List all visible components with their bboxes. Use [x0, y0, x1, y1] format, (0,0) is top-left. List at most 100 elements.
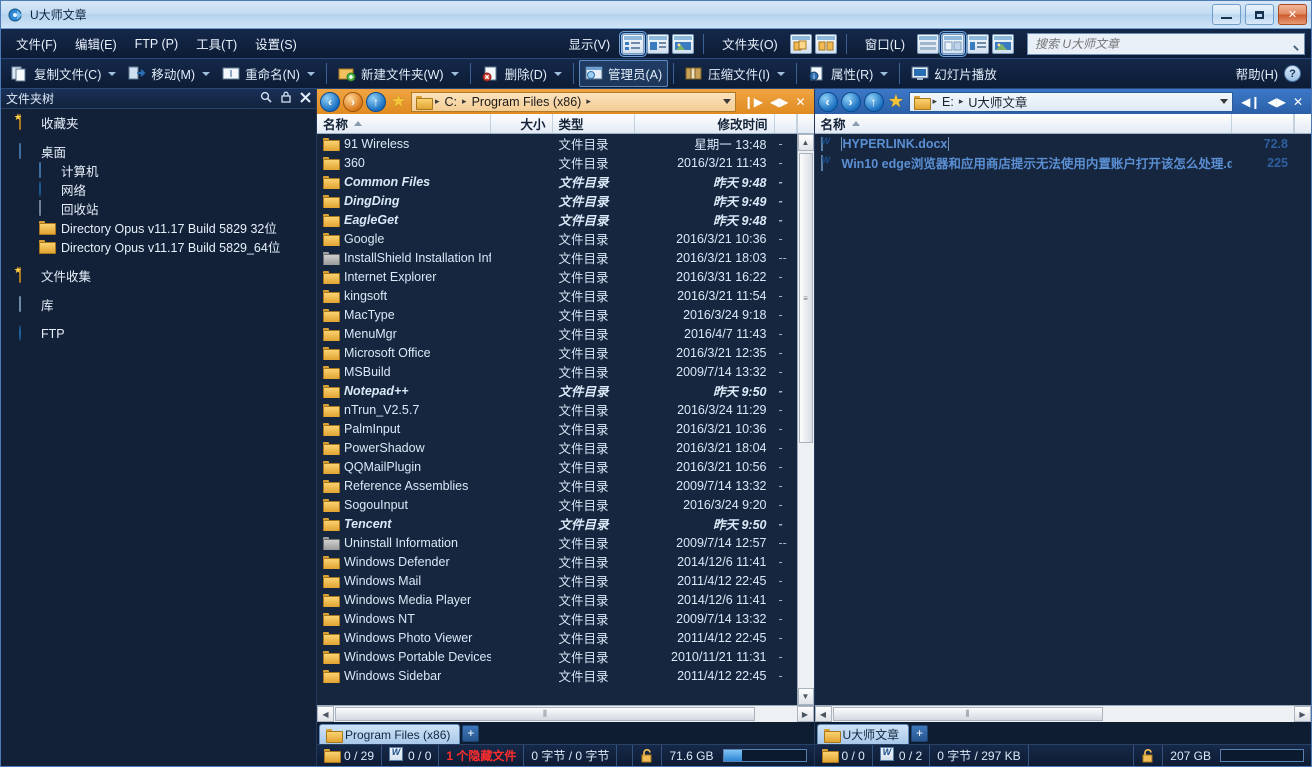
chevron-down-icon[interactable] [722, 99, 731, 104]
cell-name[interactable]: EagleGet [317, 213, 491, 227]
menu-edit[interactable]: 编辑(E) [66, 30, 126, 57]
table-row[interactable]: Windows Media Player 文件目录 2014/12/6 11:41- [317, 590, 797, 609]
column-header-size[interactable] [1232, 114, 1294, 133]
left-vertical-scrollbar[interactable]: ▲ ≡ ▼ [796, 134, 814, 705]
close-icon[interactable]: ✕ [1293, 95, 1303, 109]
details-view-icon[interactable] [621, 32, 646, 55]
table-row[interactable]: PalmInput 文件目录 2016/3/21 10:36- [317, 419, 797, 438]
right-folder-tab[interactable]: U大师文章 [816, 724, 910, 744]
back-icon[interactable]: ‹ [320, 91, 340, 112]
split-icon[interactable]: ◀❙ [1241, 95, 1260, 109]
table-row[interactable]: PowerShadow 文件目录 2016/3/21 18:04- [317, 438, 797, 457]
tree-node-library[interactable]: 库 [1, 295, 316, 314]
new-folder-button[interactable]: 新建文件夹(W) [332, 60, 465, 87]
cell-name[interactable]: kingsoft [317, 289, 491, 303]
single-pane-icon[interactable] [917, 33, 939, 54]
table-row[interactable]: MacType 文件目录 2016/3/24 9:18- [317, 305, 797, 324]
tree-node-network[interactable]: 网络 [1, 180, 316, 199]
cell-name[interactable]: Windows NT [317, 612, 491, 626]
cell-name[interactable]: InstallShield Installation Information [317, 251, 491, 265]
close-icon[interactable] [300, 91, 311, 106]
table-row[interactable]: Notepad++ 文件目录 昨天 9:50- [317, 381, 797, 400]
left-horizontal-scrollbar[interactable]: ◀ ⫼ ▶ [317, 705, 814, 722]
scroll-thumb[interactable]: ⫼ [832, 707, 1103, 721]
cell-name[interactable]: SogouInput [317, 498, 491, 512]
left-folder-tab[interactable]: Program Files (x86) [319, 724, 461, 744]
cell-name[interactable]: DingDing [317, 194, 491, 208]
add-tab-button[interactable]: + [462, 724, 480, 742]
search-icon[interactable] [1286, 37, 1300, 51]
table-row[interactable]: Google 文件目录 2016/3/21 10:36- [317, 229, 797, 248]
table-row[interactable]: Microsoft Office 文件目录 2016/3/21 12:35- [317, 343, 797, 362]
table-row[interactable]: MSBuild 文件目录 2009/7/14 13:32- [317, 362, 797, 381]
slideshow-button[interactable]: 幻灯片播放 [905, 60, 1003, 87]
table-row[interactable]: DingDing 文件目录 昨天 9:49- [317, 191, 797, 210]
cell-name[interactable]: Windows Defender [317, 555, 491, 569]
scroll-left-button[interactable]: ◀ [814, 706, 832, 722]
forward-icon[interactable]: › [840, 91, 861, 112]
tree-node-recycle-bin[interactable]: 回收站 [1, 199, 316, 218]
back-icon[interactable]: ‹ [817, 91, 838, 112]
column-header-name[interactable]: 名称 [815, 114, 1232, 133]
tree-node-computer[interactable]: 计算机 [1, 161, 316, 180]
cell-name[interactable]: MenuMgr [317, 327, 491, 341]
search-icon[interactable] [260, 91, 272, 106]
properties-button[interactable]: i 属性(R) [802, 60, 894, 87]
table-row[interactable]: InstallShield Installation Information 文件… [317, 248, 797, 267]
menu-folder[interactable]: 文件夹(O) [713, 30, 787, 57]
right-file-list[interactable]: HYPERLINK.docx 72.8 Win10 edge浏览器和应用商店提示无法… [815, 134, 1295, 705]
table-row[interactable]: Windows Sidebar 文件目录 2011/4/12 22:45- [317, 666, 797, 685]
add-tab-button[interactable]: + [911, 724, 929, 742]
scroll-left-button[interactable]: ◀ [317, 706, 334, 722]
dual-vertical-icon[interactable] [941, 32, 965, 55]
chevron-down-icon[interactable] [202, 71, 211, 76]
tree-node-dopus32[interactable]: Directory Opus v11.17 Build 5829 32位 [1, 218, 316, 237]
table-row[interactable]: MenuMgr 文件目录 2016/4/7 11:43- [317, 324, 797, 343]
scroll-thumb[interactable]: ⫼ [335, 707, 755, 721]
right-path-field[interactable]: ▸ E: ▸ U大师文章 [908, 91, 1234, 112]
tree-node-file-collection[interactable]: 文件收集 [1, 266, 316, 285]
table-row[interactable]: Internet Explorer 文件目录 2016/3/31 16:22- [317, 267, 797, 286]
cell-name[interactable]: Windows Portable Devices [317, 650, 491, 664]
menu-settings[interactable]: 设置(S) [246, 30, 306, 57]
table-row[interactable]: Common Files 文件目录 昨天 9:48- [317, 172, 797, 191]
table-row[interactable]: 91 Wireless 文件目录 星期一 13:48- [317, 134, 797, 153]
scroll-track[interactable]: ≡ [797, 151, 814, 688]
help-button[interactable]: 帮助(H) ? [1236, 64, 1307, 83]
table-row[interactable]: SogouInput 文件目录 2016/3/24 9:20- [317, 495, 797, 514]
cell-name[interactable]: MSBuild [317, 365, 491, 379]
left-file-list[interactable]: 91 Wireless 文件目录 星期一 13:48-360 文件目录 2016/3/2… [317, 134, 797, 705]
cell-name[interactable]: Win10 edge浏览器和应用商店提示无法使用内置账户打开该怎么处理.docx [815, 153, 1232, 172]
cell-name[interactable]: PalmInput [317, 422, 491, 436]
cell-name[interactable]: Microsoft Office [317, 346, 491, 360]
delete-button[interactable]: 删除(D) [476, 60, 568, 87]
copy-folder-icon[interactable] [789, 33, 812, 54]
copy-files-button[interactable]: 复制文件(C) [5, 60, 122, 87]
unlocked-icon[interactable] [1141, 748, 1155, 763]
tree-pane-icon[interactable] [967, 33, 989, 54]
table-row[interactable]: 360 文件目录 2016/3/21 11:43- [317, 153, 797, 172]
table-row[interactable]: nTrun_V2.5.7 文件目录 2016/3/24 11:29- [317, 400, 797, 419]
list-view-icon[interactable] [647, 33, 670, 54]
scroll-thumb[interactable]: ≡ [798, 153, 813, 443]
search-box[interactable] [1027, 32, 1305, 55]
cell-name[interactable]: nTrun_V2.5.7 [317, 403, 491, 417]
cell-name[interactable]: 91 Wireless [317, 137, 491, 151]
star-icon[interactable]: ★ [389, 92, 408, 111]
table-row[interactable]: Win10 edge浏览器和应用商店提示无法使用内置账户打开该怎么处理.docx… [815, 153, 1295, 172]
table-row[interactable]: kingsoft 文件目录 2016/3/21 11:54- [317, 286, 797, 305]
close-icon[interactable]: ✕ [795, 95, 805, 109]
cell-name[interactable]: MacType [317, 308, 491, 322]
scroll-right-button[interactable]: ▶ [796, 706, 814, 722]
table-row[interactable]: HYPERLINK.docx 72.8 [815, 134, 1295, 153]
path-folder[interactable]: U大师文章 [968, 92, 1027, 111]
chevron-down-icon[interactable] [450, 71, 459, 76]
tree-node-ftp[interactable]: FTP [1, 324, 316, 343]
scroll-track[interactable]: ⫼ [832, 706, 1295, 722]
table-row[interactable]: Uninstall Information 文件目录 2009/7/14 12:57… [317, 533, 797, 552]
right-horizontal-scrollbar[interactable]: ◀ ⫼ ▶ [814, 705, 1311, 722]
column-header-type[interactable]: 类型 [553, 114, 635, 133]
split-icon[interactable]: ❙▶ [744, 95, 763, 109]
chevron-down-icon[interactable] [880, 71, 889, 76]
table-row[interactable]: Tencent 文件目录 昨天 9:50- [317, 514, 797, 533]
